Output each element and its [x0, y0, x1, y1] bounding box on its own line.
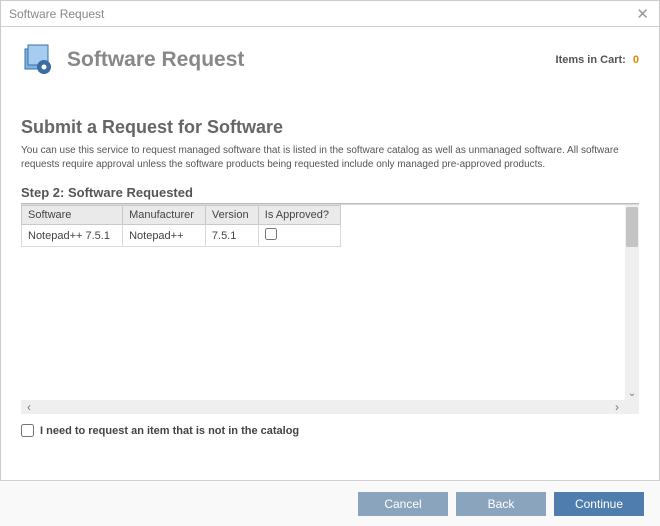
page-header-title: Software Request — [67, 48, 244, 72]
content-area: Software Request Items in Cart: 0 Submit… — [1, 27, 659, 437]
close-icon[interactable]: ✕ — [632, 5, 653, 23]
vertical-scrollbar[interactable]: ⌄ — [625, 205, 639, 400]
cell-manufacturer: Notepad++ — [123, 225, 206, 247]
header-left: Software Request — [21, 43, 244, 77]
window-title: Software Request — [9, 7, 104, 21]
col-approved[interactable]: Is Approved? — [258, 206, 340, 225]
page-title: Submit a Request for Software — [21, 117, 639, 138]
cart-label: Items in Cart: — [556, 54, 626, 66]
software-table-container: Software Manufacturer Version Is Approve… — [21, 204, 639, 414]
vscroll-thumb[interactable] — [626, 207, 638, 247]
col-version[interactable]: Version — [205, 206, 258, 225]
table-viewport: Software Manufacturer Version Is Approve… — [21, 205, 625, 400]
title-bar: Software Request ✕ — [1, 1, 659, 27]
scroll-corner — [625, 400, 639, 414]
cell-version: 7.5.1 — [205, 225, 258, 247]
horizontal-scrollbar[interactable]: ‹ › — [21, 400, 625, 414]
header-row: Software Request Items in Cart: 0 — [21, 43, 639, 77]
back-button[interactable]: Back — [456, 492, 546, 516]
continue-button[interactable]: Continue — [554, 492, 644, 516]
cart-summary: Items in Cart: 0 — [556, 54, 639, 66]
software-table: Software Manufacturer Version Is Approve… — [21, 205, 341, 247]
not-in-catalog-checkbox[interactable] — [21, 424, 34, 437]
cancel-button[interactable]: Cancel — [358, 492, 448, 516]
cart-count: 0 — [633, 54, 639, 66]
table-header-row: Software Manufacturer Version Is Approve… — [22, 206, 341, 225]
catalog-checkbox-row[interactable]: I need to request an item that is not in… — [21, 424, 639, 437]
col-manufacturer[interactable]: Manufacturer — [123, 206, 206, 225]
not-in-catalog-label: I need to request an item that is not in… — [40, 425, 299, 437]
col-software[interactable]: Software — [22, 206, 123, 225]
table-row[interactable]: Notepad++ 7.5.1 Notepad++ 7.5.1 — [22, 225, 341, 247]
cell-approved — [258, 225, 340, 247]
chevron-right-icon[interactable]: › — [609, 400, 625, 414]
page-description: You can use this service to request mana… — [21, 144, 639, 171]
chevron-down-icon[interactable]: ⌄ — [625, 386, 639, 400]
chevron-left-icon[interactable]: ‹ — [21, 400, 37, 414]
step-label: Step 2: Software Requested — [21, 185, 639, 204]
approved-checkbox[interactable] — [265, 228, 277, 240]
cell-software: Notepad++ 7.5.1 — [22, 225, 123, 247]
software-box-icon — [21, 43, 55, 77]
footer-bar: Cancel Back Continue — [0, 480, 660, 526]
